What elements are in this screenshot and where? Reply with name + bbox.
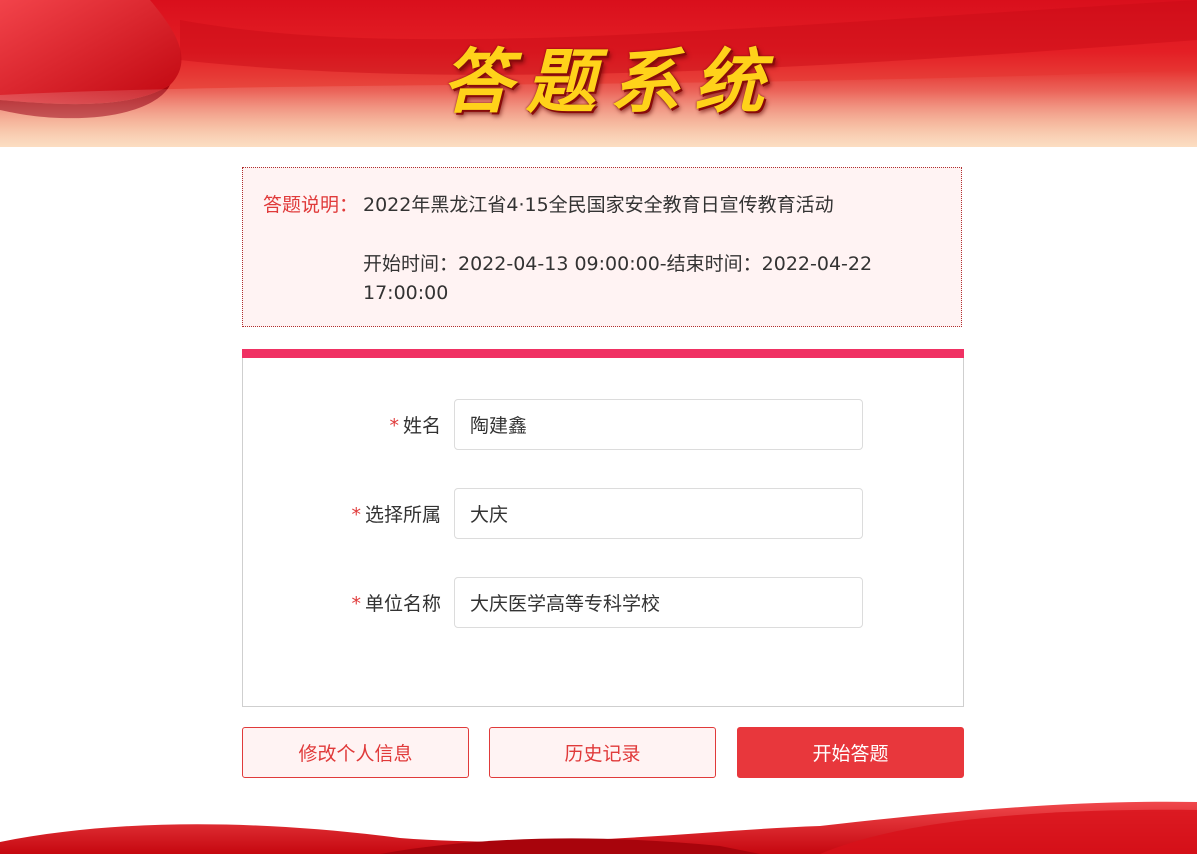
required-mark: * — [351, 593, 361, 615]
user-info-form: *姓名 *选择所属 *单位名称 — [242, 349, 964, 707]
name-label: * 姓名 — [389, 415, 441, 437]
required-mark: * — [351, 504, 361, 526]
history-button[interactable]: 历史记录 — [489, 727, 716, 778]
organization-label: * 单位名称 — [351, 593, 441, 615]
organization-field-row: * 单位名称 — [243, 577, 963, 629]
form-accent-bar — [242, 349, 964, 358]
edit-profile-button[interactable]: 修改个人信息 — [242, 727, 469, 778]
organization-input[interactable] — [454, 577, 863, 628]
header-banner: 答题系统 — [0, 0, 1197, 147]
quiz-notice-box: 答题说明： 2022年黑龙江省4·15全民国家安全教育日宣传教育活动 开始时间：… — [242, 167, 962, 327]
notice-description: 2022年黑龙江省4·15全民国家安全教育日宣传教育活动 — [363, 194, 834, 216]
affiliation-field-row: * 选择所属 — [243, 488, 963, 540]
affiliation-label: * 选择所属 — [351, 504, 441, 526]
name-input[interactable] — [454, 399, 863, 450]
notice-time-range: 开始时间：2022-04-13 09:00:00-结束时间：2022-04-22… — [363, 253, 873, 304]
footer-ribbon-decoration — [0, 801, 1197, 854]
notice-label: 答题说明： — [263, 194, 359, 216]
page-title: 答题系统 — [442, 39, 778, 123]
start-quiz-button[interactable]: 开始答题 — [737, 727, 964, 778]
name-field-row: * 姓名 — [243, 399, 963, 451]
required-mark: * — [389, 415, 399, 437]
affiliation-select[interactable] — [454, 488, 863, 539]
